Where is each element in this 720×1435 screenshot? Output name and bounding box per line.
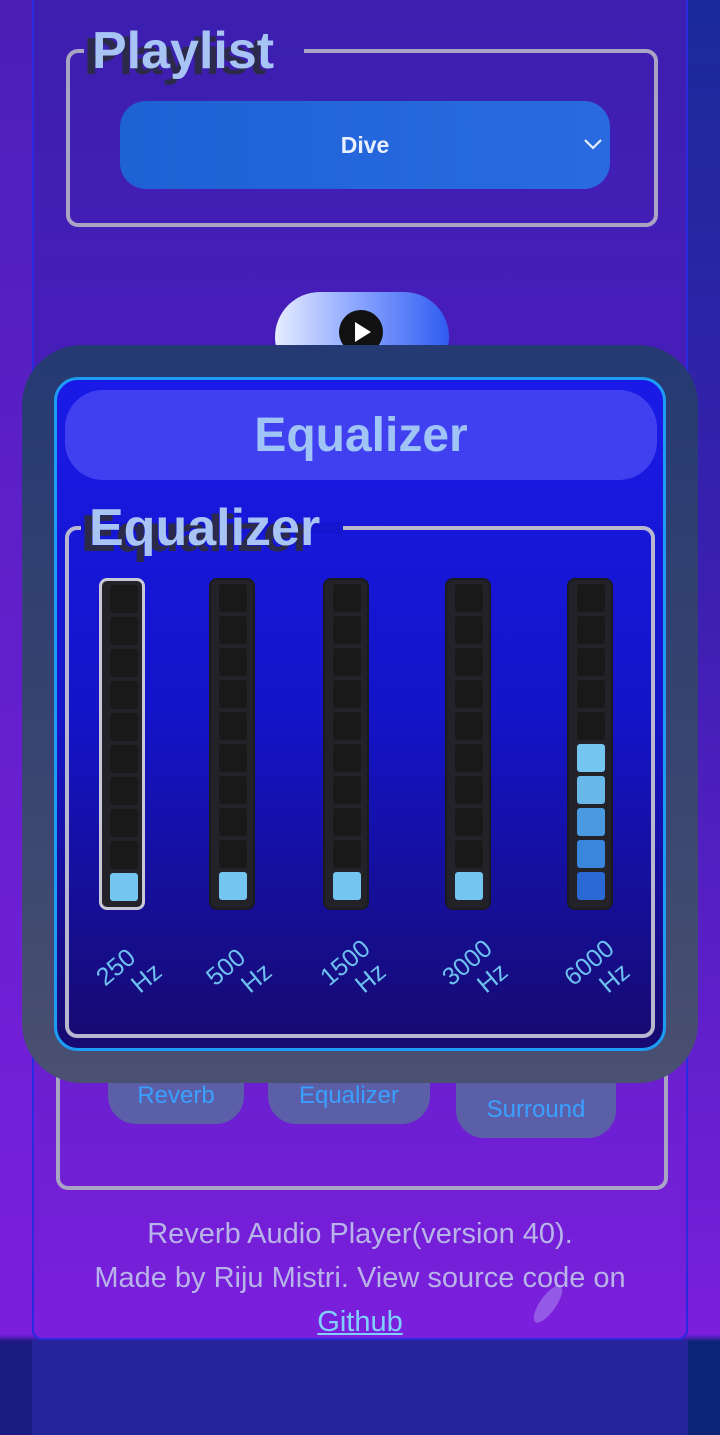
eq-cell	[333, 616, 361, 644]
eq-cell	[219, 840, 247, 868]
eq-slider-6000[interactable]	[567, 578, 613, 910]
footer-version: Reverb Audio Player(version 40).	[147, 1218, 573, 1250]
chevron-down-icon	[584, 139, 602, 150]
eq-cell	[219, 776, 247, 804]
eq-cell	[455, 584, 483, 612]
eq-cell	[577, 840, 605, 868]
equalizer-legend: Equalizer	[89, 499, 321, 557]
eq-cell	[333, 808, 361, 836]
equalizer-fieldset: Equalizer 250 Hz 500 Hz 1500 Hz 3000 Hz 6000 Hz	[65, 502, 655, 1038]
eq-cell	[333, 712, 361, 740]
eq-cell	[219, 744, 247, 772]
eq-cell	[577, 712, 605, 740]
eq-cell	[577, 808, 605, 836]
eq-cell	[110, 777, 138, 805]
eq-cell	[455, 808, 483, 836]
eq-cell	[455, 840, 483, 868]
eq-slider-1500[interactable]	[323, 578, 369, 910]
eq-cell	[577, 744, 605, 772]
eq-cell	[110, 681, 138, 709]
eq-cell	[577, 872, 605, 900]
eq-cell	[455, 712, 483, 740]
eq-cell	[333, 648, 361, 676]
eq-cell	[219, 712, 247, 740]
eq-cell	[333, 744, 361, 772]
eq-cell	[333, 584, 361, 612]
eq-cell	[219, 584, 247, 612]
eq-cell	[110, 585, 138, 613]
eq-cell	[333, 872, 361, 900]
footer-credit: Made by Riju Mistri. View source code on	[94, 1262, 626, 1294]
eq-cell	[333, 840, 361, 868]
eq-cell	[110, 841, 138, 869]
eq-cell	[219, 616, 247, 644]
eq-cell	[577, 648, 605, 676]
eq-cell	[219, 872, 247, 900]
eq-cell	[110, 617, 138, 645]
eq-cell	[455, 680, 483, 708]
eq-band-label: 6000 Hz	[559, 934, 636, 999]
eq-cell	[110, 713, 138, 741]
eq-cell	[577, 616, 605, 644]
equalizer-panel: Equalizer Equalizer 250 Hz 500 Hz 1500 Hz 3000…	[54, 377, 666, 1051]
eq-cell	[455, 872, 483, 900]
eq-cell	[455, 648, 483, 676]
playlist-legend: Playlist	[92, 22, 275, 80]
eq-cell	[577, 584, 605, 612]
github-link[interactable]: Github	[317, 1306, 402, 1338]
eq-cell	[110, 809, 138, 837]
eq-band-label: 3000 Hz	[437, 934, 514, 999]
eq-cell	[110, 649, 138, 677]
eq-band-label: 500 Hz	[201, 943, 278, 999]
eq-slider-3000[interactable]	[445, 578, 491, 910]
eq-cell	[110, 873, 138, 901]
modal-title[interactable]: Equalizer	[65, 390, 657, 480]
eq-cell	[219, 680, 247, 708]
playlist-selected-value: Dive	[340, 131, 390, 158]
eq-cell	[219, 648, 247, 676]
eq-band-label: 250 Hz	[91, 943, 168, 999]
eq-cell	[455, 616, 483, 644]
eq-cell	[333, 776, 361, 804]
playlist-fieldset: Playlist Dive	[66, 25, 658, 227]
footer: Reverb Audio Player(version 40). Made by…	[32, 1212, 688, 1344]
equalizer-modal: Equalizer Equalizer 250 Hz 500 Hz 1500 Hz 3000…	[22, 345, 698, 1083]
eq-cell	[333, 680, 361, 708]
eq-cell	[577, 680, 605, 708]
playlist-select[interactable]: Dive	[120, 101, 610, 189]
eq-band-label: 1500 Hz	[315, 934, 392, 999]
bottom-band	[32, 1340, 688, 1435]
eq-cell	[455, 776, 483, 804]
eq-cell	[219, 808, 247, 836]
eq-slider-250[interactable]	[99, 578, 145, 910]
eq-cell	[577, 776, 605, 804]
eq-cell	[455, 744, 483, 772]
eq-cell	[110, 745, 138, 773]
eq-slider-500[interactable]	[209, 578, 255, 910]
